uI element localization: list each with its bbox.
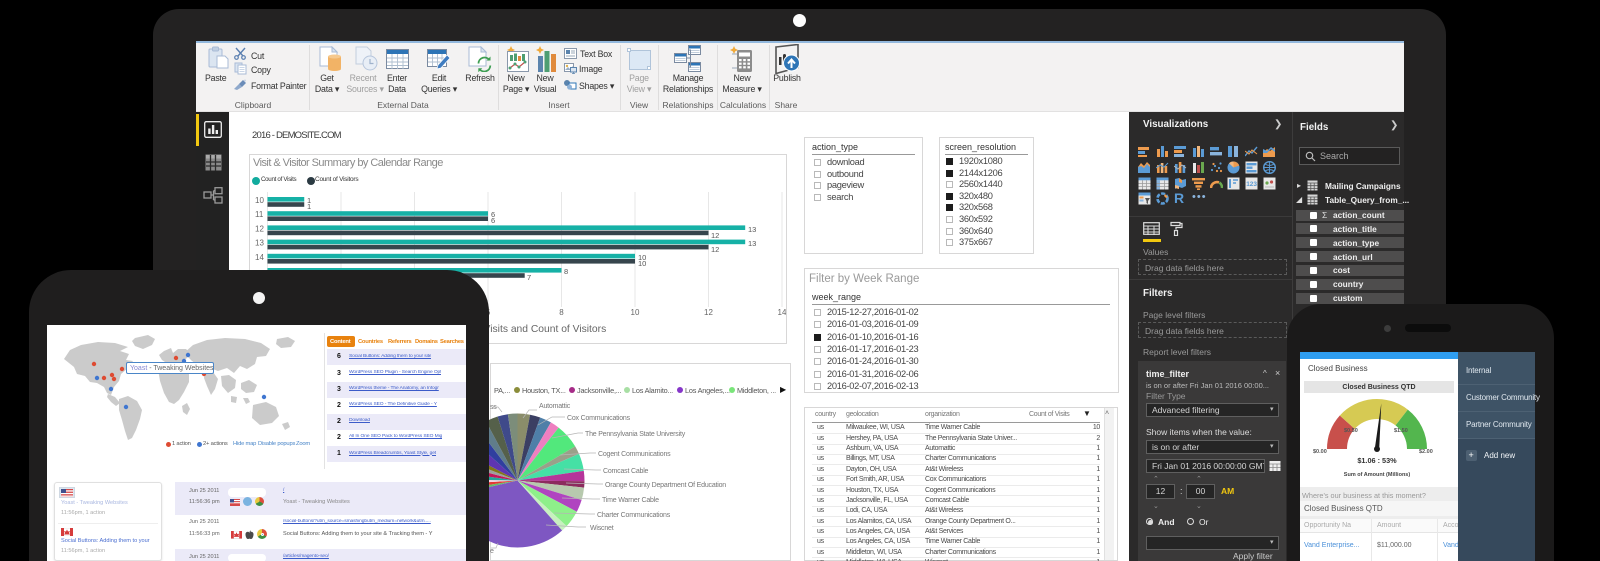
svg-text:e: e	[490, 548, 494, 555]
svg-text:14: 14	[778, 308, 786, 317]
svg-text:12: 12	[711, 231, 719, 240]
svg-text:12: 12	[255, 224, 264, 233]
svg-text:7: 7	[527, 273, 531, 282]
svg-text:13: 13	[255, 239, 264, 248]
svg-text:10: 10	[631, 308, 640, 317]
svg-text:Time Warner Cable: Time Warner Cable	[602, 497, 659, 504]
svg-text:ss: ss	[490, 404, 497, 411]
svg-text:8: 8	[559, 308, 564, 317]
svg-text:The Pennsylvania State Univers: The Pennsylvania State University	[585, 431, 686, 438]
svg-text:11: 11	[255, 210, 264, 219]
svg-text:Comcast Cable: Comcast Cable	[603, 468, 649, 475]
svg-text:14: 14	[255, 253, 264, 262]
svg-text:Charter Communications: Charter Communications	[597, 512, 671, 519]
svg-text:6: 6	[491, 216, 495, 225]
svg-text:10: 10	[638, 259, 646, 268]
svg-text:13: 13	[748, 239, 756, 248]
svg-text:Wiscnet: Wiscnet	[590, 525, 614, 532]
svg-text:13: 13	[748, 225, 756, 234]
svg-text:Cogent Communications: Cogent Communications	[598, 451, 671, 458]
svg-text:123: 123	[1246, 181, 1257, 188]
svg-text:12: 12	[704, 308, 713, 317]
svg-text:Orange County Department Of Ed: Orange County Department Of Education	[605, 482, 726, 489]
svg-text:10: 10	[255, 196, 264, 205]
svg-text:Automattic: Automattic	[539, 403, 571, 410]
svg-text:Cox Communications: Cox Communications	[567, 415, 631, 422]
svg-text:12: 12	[711, 245, 719, 254]
svg-text:8: 8	[564, 267, 568, 276]
svg-text:1: 1	[307, 202, 311, 211]
